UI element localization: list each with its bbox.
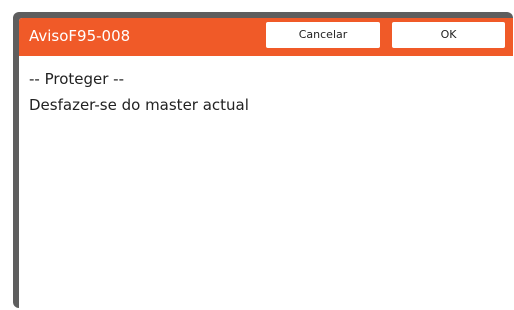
dialog-frame: AvisoF95-008 Cancelar OK -- Proteger -- … (13, 12, 513, 308)
ok-button[interactable]: OK (392, 22, 505, 48)
dialog-header: AvisoF95-008 Cancelar OK (19, 18, 513, 56)
dialog-message: -- Proteger -- Desfazer-se do master act… (29, 66, 503, 118)
dialog-title: AvisoF95-008 (29, 27, 131, 45)
warning-dialog: AvisoF95-008 Cancelar OK -- Proteger -- … (19, 18, 513, 308)
message-heading: -- Proteger -- (29, 70, 125, 88)
cancel-button[interactable]: Cancelar (266, 22, 380, 48)
message-text: Desfazer-se do master actual (29, 96, 249, 114)
